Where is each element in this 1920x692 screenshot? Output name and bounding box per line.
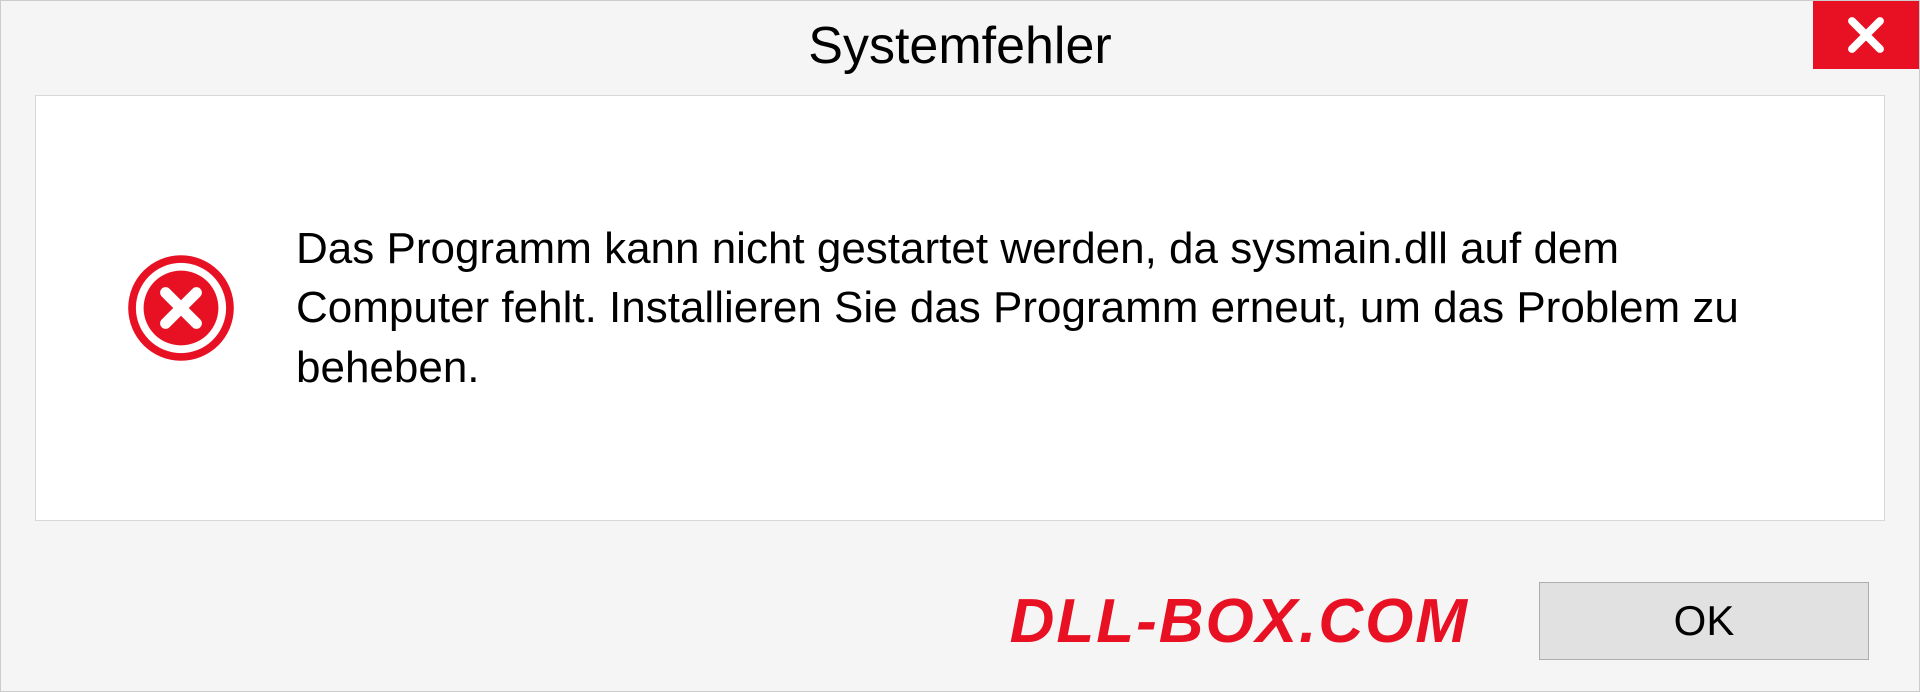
dialog-title: Systemfehler [808,16,1111,76]
titlebar: Systemfehler [1,1,1919,91]
close-button[interactable] [1813,1,1919,69]
error-icon [126,253,236,363]
error-message: Das Programm kann nicht gestartet werden… [296,219,1824,397]
dialog-footer: DLL-BOX.COM OK [1,551,1919,691]
ok-button[interactable]: OK [1539,582,1869,660]
watermark-text: DLL-BOX.COM [1010,586,1469,657]
error-dialog: Systemfehler Das Programm kann nicht ges… [0,0,1920,692]
content-panel: Das Programm kann nicht gestartet werden… [35,95,1885,521]
close-icon [1845,14,1887,56]
